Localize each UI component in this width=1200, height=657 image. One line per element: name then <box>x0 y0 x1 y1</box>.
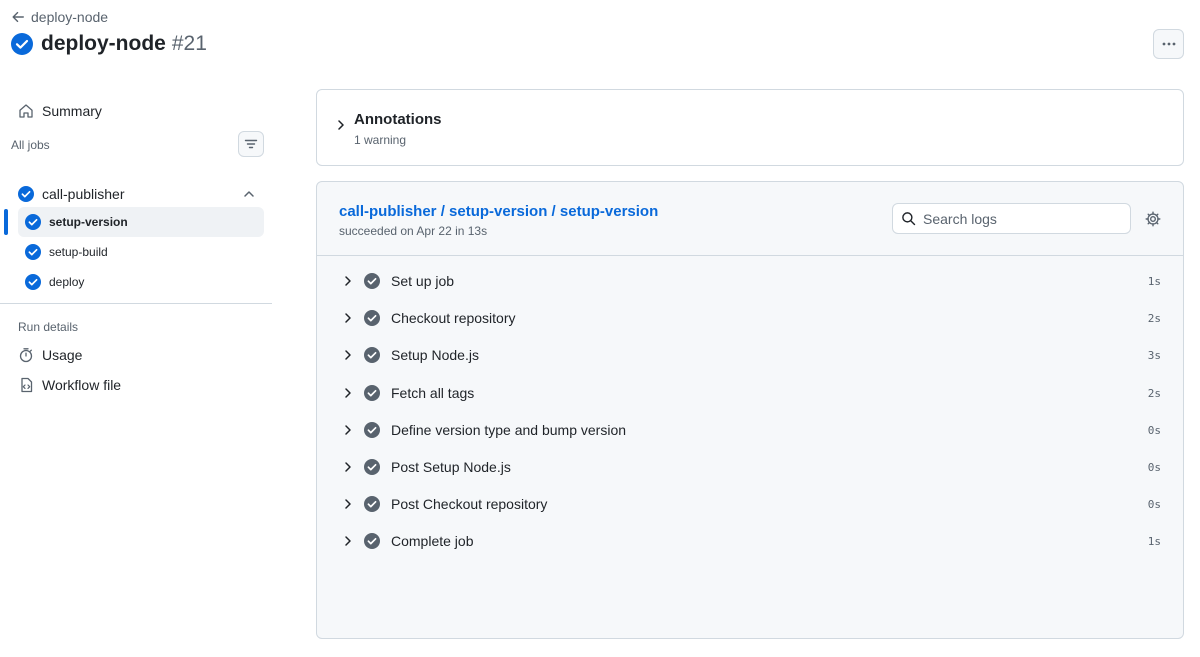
job-group-call-publisher[interactable]: call-publisher <box>18 184 264 204</box>
job-log-header: call-publisher / setup-version / setup-v… <box>317 182 1183 256</box>
chevron-right-icon <box>345 499 351 509</box>
job-path-link[interactable]: call-publisher / setup-version / setup-v… <box>339 203 658 220</box>
success-check-icon <box>25 214 41 230</box>
step-name: Post Setup Node.js <box>391 459 511 475</box>
step-success-icon <box>364 496 380 513</box>
step-duration: 1s <box>1147 275 1161 288</box>
gear-icon[interactable] <box>1145 211 1161 227</box>
back-link[interactable]: deploy-node <box>11 9 108 25</box>
step-duration: 1s <box>1147 535 1161 549</box>
step-name: Complete job <box>391 533 474 550</box>
job-group-label: call-publisher <box>42 186 125 202</box>
sidebar-divider <box>0 303 272 304</box>
workflow-name: deploy-node <box>41 32 166 55</box>
chevron-right-icon <box>345 425 351 435</box>
sidebar-job-setup-build[interactable]: setup-build <box>18 237 264 267</box>
sidebar-item-label: Summary <box>42 103 102 119</box>
success-check-icon <box>25 244 41 260</box>
step-duration: 0s <box>1147 423 1161 437</box>
log-step-row[interactable]: Post Checkout repository 0s <box>317 489 1183 519</box>
search-logs-box[interactable] <box>892 203 1131 234</box>
all-jobs-label: All jobs <box>11 138 50 152</box>
job-status-text: succeeded on Apr 22 in 13s <box>339 224 488 238</box>
chevron-right-icon <box>345 313 351 323</box>
step-success-icon <box>364 384 380 401</box>
log-step-row[interactable]: Setup Node.js 3s <box>317 340 1183 370</box>
chevron-right-icon <box>345 536 351 547</box>
search-icon <box>902 212 916 226</box>
more-options-button[interactable] <box>1153 29 1184 59</box>
sidebar-item-label: Workflow file <box>42 377 122 393</box>
chevron-right-icon <box>338 120 344 130</box>
chevron-right-icon <box>345 276 351 286</box>
kebab-horizontal-icon <box>1162 42 1175 46</box>
file-code-icon <box>21 377 33 393</box>
sidebar-item-usage[interactable]: Usage <box>18 347 82 363</box>
chevron-right-icon <box>345 350 351 361</box>
step-success-icon <box>364 347 380 364</box>
log-step-row[interactable]: Define version type and bump version 0s <box>317 415 1183 445</box>
success-check-icon <box>11 33 33 55</box>
log-step-row[interactable]: Complete job 1s <box>317 526 1183 556</box>
step-name: Fetch all tags <box>391 384 475 401</box>
search-logs-input[interactable] <box>923 210 1123 227</box>
step-duration: 2s <box>1147 312 1161 326</box>
success-check-icon <box>18 186 34 202</box>
step-name: Post Checkout repository <box>391 496 548 513</box>
filter-button[interactable] <box>238 131 264 157</box>
log-step-row[interactable]: Checkout repository 2s <box>317 303 1183 333</box>
step-success-icon <box>364 459 380 475</box>
log-step-row[interactable]: Post Setup Node.js 0s <box>317 452 1183 482</box>
log-step-row[interactable]: Set up job 1s <box>317 266 1183 296</box>
chevron-right-icon <box>345 462 351 472</box>
sidebar-job-setup-version[interactable]: setup-version <box>18 207 264 237</box>
home-icon <box>19 104 33 118</box>
step-success-icon <box>364 533 380 550</box>
annotations-title: Annotations <box>354 111 442 128</box>
sidebar-item-summary[interactable]: Summary <box>18 103 102 119</box>
annotations-count: 1 warning <box>354 133 407 147</box>
chevron-up-icon[interactable] <box>242 187 256 201</box>
chevron-right-icon <box>345 387 351 398</box>
active-indicator <box>4 209 8 235</box>
sidebar-item-label: Usage <box>42 347 83 363</box>
step-name: Checkout repository <box>391 310 516 327</box>
back-link-label: deploy-node <box>31 9 109 25</box>
run-number: #21 <box>171 32 207 55</box>
step-success-icon <box>364 421 380 438</box>
step-success-icon <box>364 310 380 327</box>
sidebar-job-label: setup-build <box>49 245 108 259</box>
success-check-icon <box>25 274 41 290</box>
step-success-icon <box>364 273 380 289</box>
step-name: Set up job <box>391 273 455 289</box>
job-log-panel: call-publisher / setup-version / setup-v… <box>316 181 1184 639</box>
step-duration: 3s <box>1147 349 1161 363</box>
annotations-panel[interactable]: Annotations 1 warning <box>316 89 1184 166</box>
step-name: Define version type and bump version <box>391 421 627 438</box>
step-name: Setup Node.js <box>391 347 479 364</box>
step-duration: 2s <box>1147 386 1161 400</box>
page-title: deploy-node #21 <box>11 32 207 56</box>
stopwatch-icon <box>19 348 33 363</box>
sidebar-job-label: deploy <box>49 275 85 289</box>
arrow-left-icon <box>12 11 24 23</box>
step-duration: 0s <box>1147 461 1161 474</box>
sidebar-item-workflow-file[interactable]: Workflow file <box>18 377 121 393</box>
filter-icon <box>244 139 258 149</box>
sidebar-job-deploy[interactable]: deploy <box>18 267 264 297</box>
sidebar-job-label: setup-version <box>49 215 128 229</box>
step-duration: 0s <box>1147 498 1161 512</box>
log-step-row[interactable]: Fetch all tags 2s <box>317 378 1183 408</box>
run-details-label: Run details <box>18 320 79 334</box>
